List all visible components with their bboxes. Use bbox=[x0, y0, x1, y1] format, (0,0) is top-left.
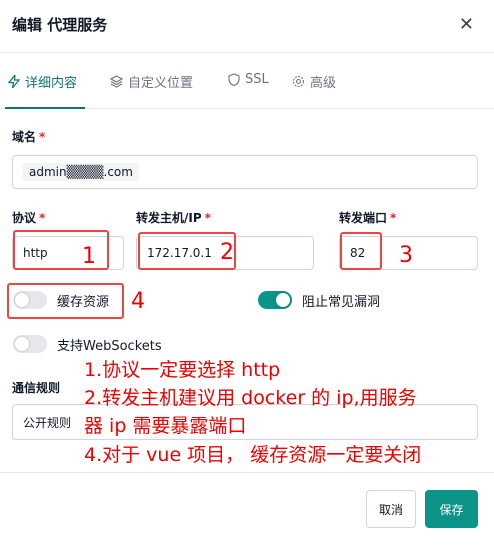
tab-label: 高级 bbox=[310, 76, 337, 91]
active-tab-indicator bbox=[5, 107, 85, 109]
close-icon[interactable]: ✕ bbox=[459, 14, 474, 35]
annotation-note-2: 2.转发主机建议用 docker 的 ip,用服务 bbox=[84, 387, 417, 409]
forward-host-label: 转发主机/IP * bbox=[136, 211, 211, 225]
tab-label: 自定义位置 bbox=[128, 76, 194, 91]
annotation-number-3: 3 bbox=[399, 243, 413, 268]
dialog-footer bbox=[0, 472, 494, 545]
annotation-note-1: 1.协议一定要选择 http bbox=[84, 359, 281, 381]
block-exploits-toggle[interactable] bbox=[258, 291, 292, 309]
tab-details[interactable]: 详细内容 bbox=[8, 72, 77, 91]
access-rule-label: 通信规则 bbox=[12, 381, 61, 395]
access-rule-value: 公开规则 bbox=[23, 415, 72, 430]
domain-chip[interactable]: admin▒▒▒▒.com bbox=[23, 163, 139, 181]
tab-custom-locations[interactable]: 自定义位置 bbox=[110, 72, 193, 91]
dialog-header: 编辑 代理服务 ✕ bbox=[0, 0, 494, 53]
websockets-toggle[interactable] bbox=[13, 335, 47, 353]
tab-label: SSL bbox=[245, 72, 269, 87]
annotation-note-3: 器 ip 需要暴露端口 bbox=[84, 415, 247, 437]
save-button[interactable]: 保存 bbox=[425, 490, 478, 528]
tab-bar: 详细内容 自定义位置 SSL 高级 bbox=[0, 52, 494, 109]
protocol-label: 协议 * bbox=[12, 211, 46, 225]
annotation-number-1: 1 bbox=[82, 244, 96, 269]
cache-assets-toggle[interactable] bbox=[13, 291, 47, 309]
lightning-icon bbox=[8, 75, 20, 88]
tab-advanced[interactable]: 高级 bbox=[292, 72, 336, 91]
block-exploits-label: 阻止常见漏洞 bbox=[302, 295, 381, 310]
gear-icon bbox=[292, 75, 305, 88]
cancel-button[interactable]: 取消 bbox=[366, 490, 416, 528]
annotation-number-4: 4 bbox=[131, 289, 145, 314]
annotation-note-4: 4.对于 vue 项目， 缓存资源一定要关闭 bbox=[84, 444, 422, 466]
forward-port-label: 转发端口 * bbox=[339, 211, 397, 225]
shield-icon bbox=[228, 73, 240, 86]
websockets-label: 支持WebSockets bbox=[57, 339, 162, 354]
annotation-box-port bbox=[340, 232, 382, 270]
tab-ssl[interactable]: SSL bbox=[228, 72, 269, 87]
cache-assets-label: 缓存资源 bbox=[57, 295, 110, 310]
dialog-title: 编辑 代理服务 bbox=[12, 16, 108, 34]
domain-label: 域名 * bbox=[12, 130, 46, 144]
layers-icon bbox=[110, 75, 123, 88]
domain-input[interactable]: admin▒▒▒▒.com bbox=[12, 155, 478, 189]
annotation-number-2: 2 bbox=[220, 240, 234, 265]
tab-label: 详细内容 bbox=[25, 76, 78, 91]
